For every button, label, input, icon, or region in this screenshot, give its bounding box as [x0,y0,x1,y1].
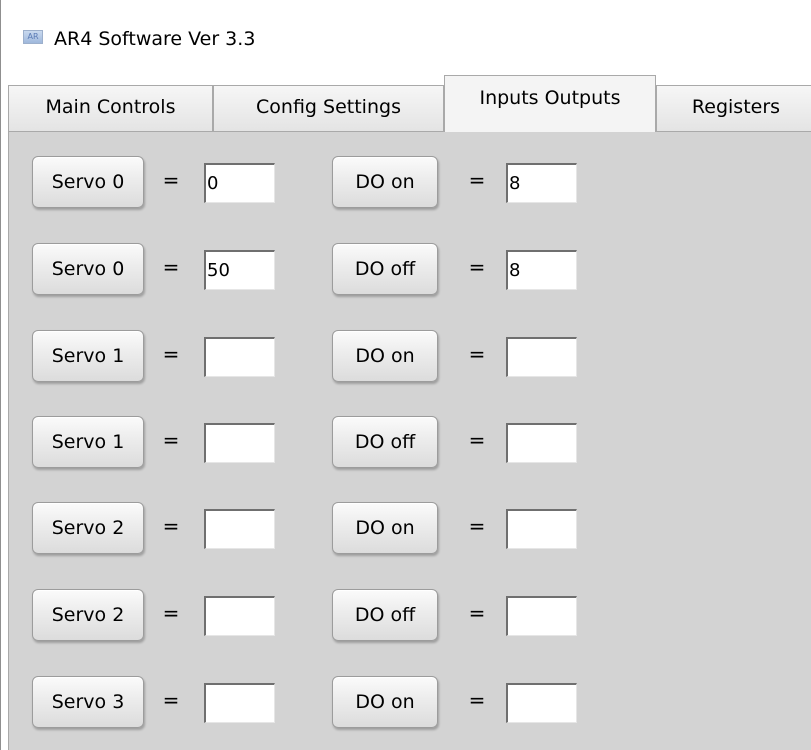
do-off-button[interactable]: DO off [332,243,438,295]
equals-sign: = [162,428,180,452]
equals-sign: = [468,168,486,192]
equals-sign: = [468,514,486,538]
do-on-button[interactable]: DO on [332,502,438,554]
servo-0-value-field[interactable] [204,163,275,203]
equals-sign: = [468,255,486,279]
servo-1-value-field[interactable] [204,423,275,463]
servo-0-value-field[interactable] [204,250,275,290]
equals-sign: = [162,514,180,538]
do-on-output-field[interactable] [506,683,577,723]
servo-2-button[interactable]: Servo 2 [32,589,144,641]
do-off-button[interactable]: DO off [332,589,438,641]
equals-sign: = [468,688,486,712]
equals-sign: = [468,601,486,625]
equals-sign: = [162,255,180,279]
do-on-output-field[interactable] [506,509,577,549]
equals-sign: = [468,342,486,366]
app-window: AR AR4 Software Ver 3.3 Main Controls Co… [0,0,811,750]
servo-3-button[interactable]: Servo 3 [32,676,144,728]
equals-sign: = [162,688,180,712]
do-on-button[interactable]: DO on [332,676,438,728]
equals-sign: = [162,168,180,192]
equals-sign: = [162,342,180,366]
servo-1-button[interactable]: Servo 1 [32,416,144,468]
do-off-button[interactable]: DO off [332,416,438,468]
tab-config-settings[interactable]: Config Settings [213,85,444,131]
tab-main-controls[interactable]: Main Controls [8,85,213,131]
tab-registers[interactable]: Registers [656,85,811,131]
window-left-edge [0,75,8,750]
do-on-button[interactable]: DO on [332,330,438,382]
do-off-output-field[interactable] [506,596,577,636]
equals-sign: = [162,601,180,625]
window-title: AR4 Software Ver 3.3 [54,28,256,50]
servo-2-button[interactable]: Servo 2 [32,502,144,554]
servo-3-value-field[interactable] [204,683,275,723]
do-off-output-field[interactable] [506,423,577,463]
equals-sign: = [468,428,486,452]
tab-strip: Main Controls Config Settings Inputs Out… [0,75,811,132]
title-bar: AR AR4 Software Ver 3.3 [0,0,811,75]
do-on-button[interactable]: DO on [332,156,438,208]
servo-2-value-field[interactable] [204,509,275,549]
servo-0-button[interactable]: Servo 0 [32,156,144,208]
servo-0-button[interactable]: Servo 0 [32,243,144,295]
app-icon: AR [23,30,43,44]
do-off-output-field[interactable] [506,250,577,290]
inputs-outputs-panel: Servo 0 = DO on = Servo 0 = DO off = Servo 1 = DO … [8,131,811,750]
do-on-output-field[interactable] [506,337,577,377]
do-on-output-field[interactable] [506,163,577,203]
servo-1-button[interactable]: Servo 1 [32,330,144,382]
servo-1-value-field[interactable] [204,337,275,377]
tab-inputs-outputs[interactable]: Inputs Outputs [444,75,656,132]
servo-2-value-field[interactable] [204,596,275,636]
